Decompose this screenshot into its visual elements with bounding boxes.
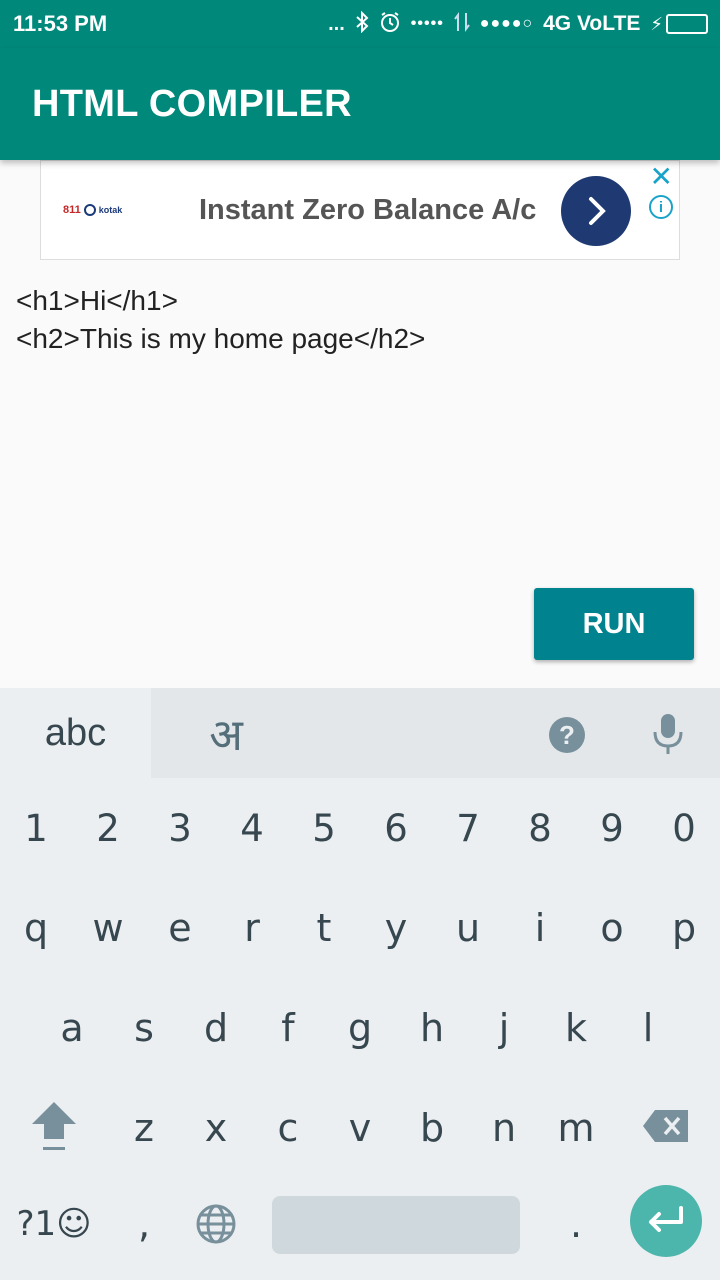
signal-dots: ••••• (410, 15, 444, 32)
microphone-icon[interactable] (650, 712, 686, 756)
key-2[interactable]: d (180, 978, 252, 1078)
bluetooth-icon (355, 10, 369, 37)
key-7[interactable]: k (540, 978, 612, 1078)
comma-key[interactable]: , (108, 1174, 180, 1274)
sim-signal-dots: ●●●●○ (479, 15, 534, 32)
enter-icon (649, 1206, 683, 1232)
ad-open-button[interactable] (561, 176, 631, 246)
ad-info-icon[interactable]: i (649, 195, 673, 219)
globe-icon (196, 1204, 236, 1244)
period-key[interactable]: . (540, 1174, 612, 1274)
key-6[interactable]: u (432, 878, 504, 978)
key-0[interactable]: q (0, 878, 72, 978)
key-num-9[interactable]: 0 (648, 778, 720, 878)
key-1[interactable]: w (72, 878, 144, 978)
soft-keyboard: abc अ ? 1234567890 qwertyuiop asdfghjkl … (0, 688, 720, 1280)
ad-logo: 811 kotak (63, 204, 123, 216)
help-icon[interactable]: ? (549, 717, 585, 753)
ad-headline: Instant Zero Balance A/c (199, 193, 537, 226)
shift-arrow-icon (32, 1102, 76, 1150)
status-time: 11:53 PM (13, 11, 108, 36)
key-num-3[interactable]: 4 (216, 778, 288, 878)
key-1[interactable]: x (180, 1078, 252, 1178)
ad-close-icon[interactable]: ✕ (650, 163, 673, 191)
kotak-logo-icon (83, 204, 96, 216)
key-4[interactable]: g (324, 978, 396, 1078)
key-3[interactable]: r (216, 878, 288, 978)
key-6[interactable]: j (468, 978, 540, 1078)
battery-icon: ⚡ (650, 14, 708, 35)
status-icons: ... ••••• ●●●●○ 4G VoLTE ⚡ (328, 10, 708, 37)
backspace-icon (643, 1110, 688, 1142)
ad-banner[interactable]: 811 kotak Instant Zero Balance A/c ✕ i (40, 160, 680, 260)
more-dots: ... (328, 13, 345, 35)
key-num-4[interactable]: 5 (288, 778, 360, 878)
key-num-6[interactable]: 7 (432, 778, 504, 878)
alarm-icon (379, 11, 401, 37)
status-bar: 11:53 PM ... ••••• ●●●●○ 4G VoLTE ⚡ (0, 0, 720, 48)
key-5[interactable]: y (360, 878, 432, 978)
key-num-1[interactable]: 2 (72, 778, 144, 878)
key-0[interactable]: a (36, 978, 108, 1078)
abc-layout-tab[interactable]: abc (0, 688, 151, 778)
key-num-7[interactable]: 8 (504, 778, 576, 878)
symbols-key[interactable]: ?1☺ (14, 1174, 94, 1274)
key-5[interactable]: n (468, 1078, 540, 1178)
chevron-right-icon (589, 197, 606, 225)
app-title: HTML COMPILER (32, 82, 352, 125)
backspace-key[interactable] (628, 1076, 704, 1176)
key-9[interactable]: p (648, 878, 720, 978)
key-4[interactable]: t (288, 878, 360, 978)
data-transfer-icon (453, 11, 470, 37)
language-switch-key[interactable] (180, 1174, 252, 1274)
key-2[interactable]: e (144, 878, 216, 978)
key-4[interactable]: b (396, 1078, 468, 1178)
hindi-layout-tab[interactable]: अ (196, 698, 256, 768)
run-button[interactable]: RUN (534, 588, 694, 660)
key-8[interactable]: o (576, 878, 648, 978)
key-1[interactable]: s (108, 978, 180, 1078)
space-key[interactable] (272, 1196, 520, 1254)
key-3[interactable]: f (252, 978, 324, 1078)
key-num-2[interactable]: 3 (144, 778, 216, 878)
key-num-8[interactable]: 9 (576, 778, 648, 878)
shift-key[interactable] (18, 1076, 90, 1176)
key-5[interactable]: h (396, 978, 468, 1078)
enter-key[interactable] (630, 1185, 702, 1257)
key-0[interactable]: z (108, 1078, 180, 1178)
key-num-5[interactable]: 6 (360, 778, 432, 878)
key-7[interactable]: i (504, 878, 576, 978)
code-editor[interactable]: <h1>Hi</h1> <h2>This is my home page</h2… (16, 282, 706, 562)
key-8[interactable]: l (612, 978, 684, 1078)
app-bar: HTML COMPILER (0, 48, 720, 160)
keyboard-toolbar: abc अ ? (0, 688, 720, 778)
network-type: 4G VoLTE (543, 12, 641, 35)
key-2[interactable]: c (252, 1078, 324, 1178)
charging-icon: ⚡ (650, 13, 663, 34)
key-6[interactable]: m (540, 1078, 612, 1178)
key-num-0[interactable]: 1 (0, 778, 72, 878)
key-3[interactable]: v (324, 1078, 396, 1178)
